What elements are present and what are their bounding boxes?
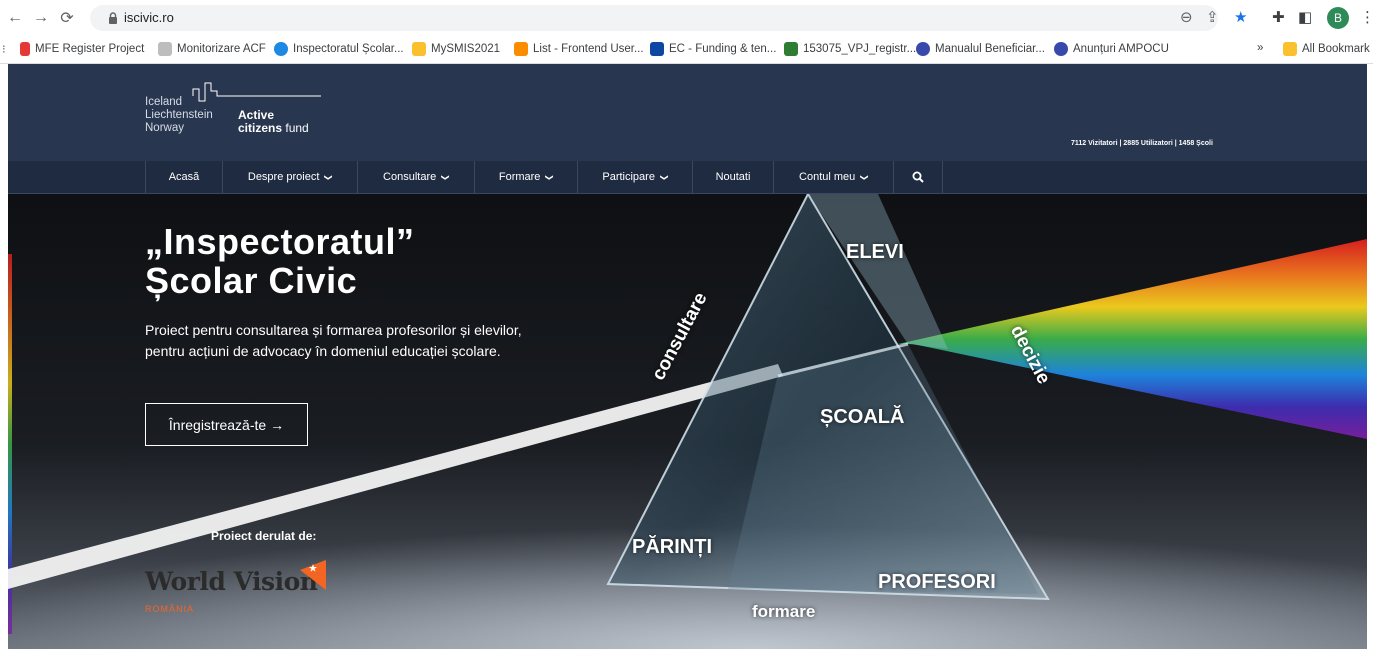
prism-label-elevi: ELEVI — [846, 241, 904, 263]
hero-description: Proiect pentru consultarea și formarea p… — [145, 322, 522, 359]
world-vision-country: ROMÂNIA — [145, 604, 195, 614]
partner-caption: Proiect derulat de: — [211, 529, 317, 543]
prism-label-scoala: ȘCOALĂ — [820, 406, 905, 428]
bookmarks-apps-icon[interactable]: ⁝ — [2, 42, 6, 56]
bookmark-favicon-icon — [650, 42, 664, 56]
menu-icon[interactable]: ⋮ — [1360, 8, 1373, 26]
bookmark-star-icon[interactable]: ★ — [1234, 8, 1247, 26]
nav-item-noutati[interactable]: Noutati — [692, 161, 773, 193]
bookmark-item[interactable]: Monitorizare ACF — [158, 42, 266, 56]
bookmark-favicon-icon — [514, 42, 528, 56]
world-vision-star-icon — [300, 560, 326, 590]
bookmarks-bar: ⁝ MFE Register Project Monitorizare ACF … — [0, 36, 1373, 64]
bookmark-item[interactable]: Inspectoratul Școlar... — [274, 42, 404, 56]
nav-item-participare[interactable]: Participare ❯ — [577, 161, 692, 193]
prism-label-parinti: PĂRINȚI — [632, 536, 712, 558]
bookmark-favicon-icon — [412, 42, 426, 56]
bookmark-favicon-icon — [1054, 42, 1068, 56]
lock-icon — [109, 12, 117, 24]
hero-banner: „Inspectoratul” Școlar Civic Proiect pen… — [8, 194, 1367, 649]
logo-active-citizens[interactable]: Active citizens fund — [238, 109, 309, 135]
nav-item-acasa[interactable]: Acasă — [145, 161, 222, 193]
prism-label-formare: formare — [752, 602, 816, 621]
world-vision-logo[interactable]: World Vision — [145, 567, 318, 596]
chevron-down-icon: ❯ — [860, 173, 870, 181]
bookmark-item[interactable]: EC - Funding & ten... — [650, 42, 776, 56]
all-bookmarks[interactable]: All Bookmark — [1283, 42, 1370, 56]
nav-item-contul-meu[interactable]: Contul meu ❯ — [773, 161, 893, 193]
bookmark-item[interactable]: 153075_VPJ_registr... — [784, 42, 916, 56]
address-bar[interactable] — [90, 5, 1218, 31]
bookmark-favicon-icon — [20, 42, 30, 56]
bookmarks-overflow[interactable]: » — [1257, 42, 1263, 54]
forward-arrow-icon[interactable]: → — [30, 7, 52, 29]
search-icon — [912, 171, 924, 183]
bookmark-favicon-icon — [158, 42, 172, 56]
nav-item-formare[interactable]: Formare ❯ — [474, 161, 577, 193]
bookmark-favicon-icon — [916, 42, 930, 56]
hero-title: „Inspectoratul” Școlar Civic — [145, 221, 415, 301]
register-button[interactable]: Înregistrează-te → — [145, 403, 308, 446]
bookmark-item[interactable]: Manualul Beneficiar... — [916, 42, 1045, 56]
browser-toolbar: ← → ⟳ iscivic.ro ⊖ ⇪ ★ ✚ ◧ B ⋮ — [0, 0, 1373, 36]
bookmark-item[interactable]: List - Frontend User... — [514, 42, 644, 56]
folder-icon — [1283, 42, 1297, 56]
zoom-icon[interactable]: ⊖ — [1180, 8, 1193, 26]
site-header: Iceland Liechtenstein Norway Active citi… — [8, 64, 1367, 161]
bookmark-favicon-icon — [274, 42, 288, 56]
profile-avatar[interactable]: B — [1327, 7, 1349, 29]
back-arrow-icon[interactable]: ← — [4, 7, 26, 29]
bookmark-item[interactable]: MySMIS2021 — [412, 42, 500, 56]
chevron-down-icon: ❯ — [545, 173, 555, 181]
url-text: iscivic.ro — [124, 10, 174, 25]
bookmark-item[interactable]: MFE Register Project — [20, 42, 144, 56]
chevron-down-icon: ❯ — [659, 173, 669, 181]
extensions-icon[interactable]: ✚ — [1272, 8, 1285, 26]
nav-item-despre-proiect[interactable]: Despre proiect ❯ — [222, 161, 357, 193]
chevron-down-icon: ❯ — [324, 173, 334, 181]
share-icon[interactable]: ⇪ — [1206, 8, 1219, 26]
chevron-down-icon: ❯ — [441, 173, 451, 181]
nav-search[interactable] — [893, 161, 943, 193]
prism-label-profesori: PROFESORI — [878, 571, 996, 593]
bookmark-item[interactable]: Anunțuri AMPOCU — [1054, 42, 1169, 56]
site-stats: 7112 Vizitatori | 2885 Utilizatori | 145… — [1071, 140, 1213, 147]
active-citizens-logo-icon — [192, 82, 321, 102]
bookmark-favicon-icon — [784, 42, 798, 56]
nav-item-consultare[interactable]: Consultare ❯ — [357, 161, 474, 193]
reload-icon[interactable]: ⟳ — [56, 7, 78, 29]
main-nav: Acasă Despre proiect ❯ Consultare ❯ Formar… — [8, 161, 1367, 194]
side-panel-icon[interactable]: ◧ — [1298, 8, 1312, 26]
